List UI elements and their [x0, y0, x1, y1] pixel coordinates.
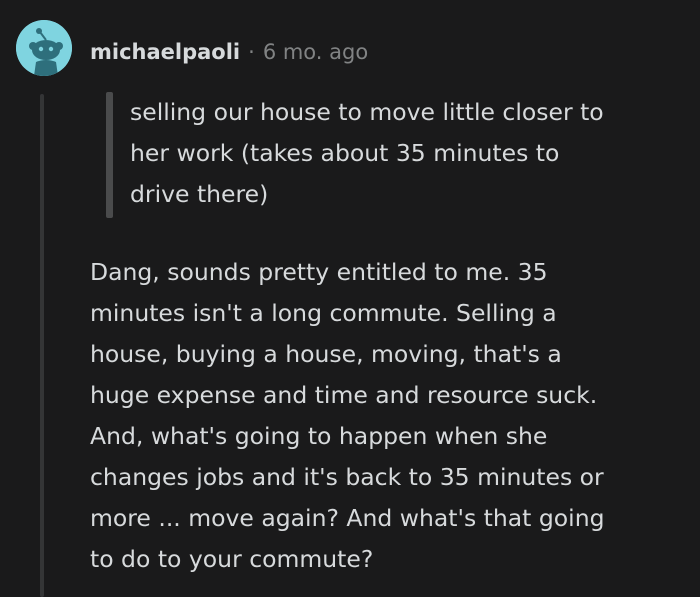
snoo-icon [16, 20, 72, 76]
body-line: changes jobs and it's back to 35 minutes… [90, 463, 604, 491]
body-line: to do to your commute? [90, 545, 374, 573]
body-line: And, what's going to happen when she [90, 422, 548, 450]
username-link[interactable]: michaelpaoli [90, 40, 240, 64]
blockquote-text: selling our house to move little closer … [130, 92, 670, 215]
user-avatar-icon[interactable] [16, 20, 72, 76]
body-line: more ... move again? And what's that goi… [90, 504, 605, 532]
body-line: Dang, sounds pretty entitled to me. 35 [90, 258, 548, 286]
quote-line: selling our house to move little closer … [130, 98, 604, 126]
comment-header: michaelpaoli · 6 mo. ago [90, 36, 368, 68]
body-line: house, buying a house, moving, that's a [90, 340, 562, 368]
comment-body: Dang, sounds pretty entitled to me. 35 m… [90, 252, 690, 580]
blockquote-bar [106, 92, 113, 218]
header-separator: · [248, 40, 255, 64]
comment-timestamp[interactable]: 6 mo. ago [263, 40, 368, 64]
quote-line: her work (takes about 35 minutes to [130, 139, 560, 167]
quote-line: drive there) [130, 180, 269, 208]
comment: michaelpaoli · 6 mo. ago selling our hou… [0, 0, 700, 597]
body-line: huge expense and time and resource suck. [90, 381, 598, 409]
body-line: minutes isn't a long commute. Selling a [90, 299, 557, 327]
thread-collapse-line[interactable] [40, 94, 44, 597]
